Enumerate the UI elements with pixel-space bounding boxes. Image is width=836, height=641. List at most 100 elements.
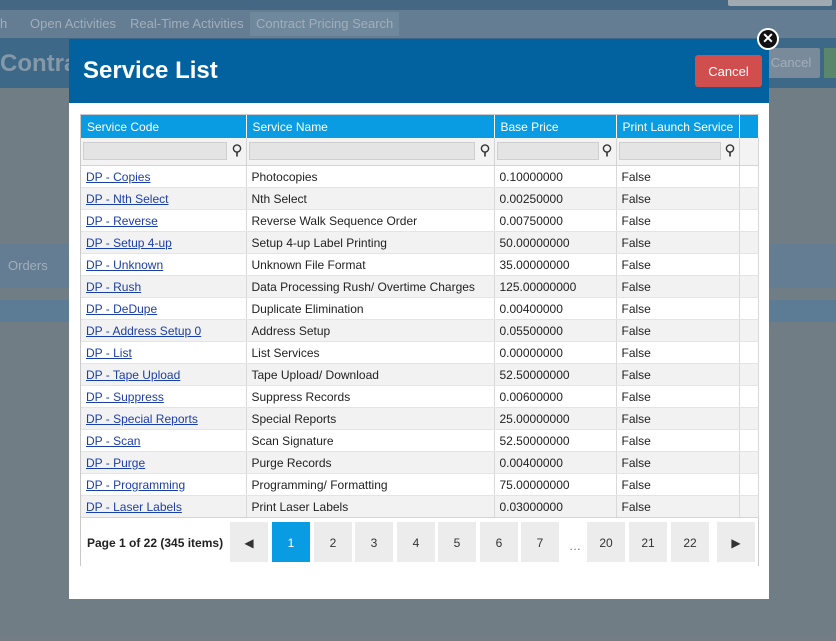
table-row[interactable]: DP - List List Services 0.00000000 False bbox=[81, 341, 759, 364]
table-row[interactable]: DP - Address Setup 0 Address Setup 0.05500… bbox=[81, 319, 759, 342]
service-code-link[interactable]: DP - Copies bbox=[86, 170, 150, 184]
service-code-link[interactable]: DP - Unknown bbox=[86, 258, 163, 272]
table-row[interactable]: DP - Reverse Reverse Walk Sequence Order 0… bbox=[81, 209, 759, 232]
filter-input-print-launch-service[interactable] bbox=[618, 142, 721, 160]
cell-print-launch-service: False bbox=[616, 407, 740, 430]
cell-base-price: 52.50000000 bbox=[494, 429, 617, 452]
filter-icon[interactable] bbox=[724, 144, 736, 158]
service-code-link[interactable]: DP - Programming bbox=[86, 478, 185, 492]
cell-base-price: 0.00250000 bbox=[494, 187, 617, 210]
cell-service-name: Special Reports bbox=[246, 407, 495, 430]
column-header-service-name[interactable]: Service Name bbox=[246, 115, 495, 138]
cell-base-price: 0.00400000 bbox=[494, 451, 617, 474]
filter-cell-print-launch-service bbox=[616, 138, 740, 166]
cell-service-name: Photocopies bbox=[246, 165, 495, 188]
pager-page-22[interactable]: 22 bbox=[671, 522, 709, 562]
pager: Page 1 of 22 (345 items) ◀ 1 2 3 4 5 6 7 20 21 22… bbox=[81, 517, 758, 566]
cell-service-name: Duplicate Elimination bbox=[246, 297, 495, 320]
service-code-link[interactable]: DP - Purge bbox=[86, 456, 145, 470]
column-header-print-launch-service[interactable]: Print Launch Service bbox=[616, 115, 740, 138]
close-icon[interactable]: ✕ bbox=[757, 28, 779, 50]
table-row[interactable]: DP - Unknown Unknown File Format 35.000000… bbox=[81, 253, 759, 276]
cell-service-code: DP - Nth Select bbox=[81, 187, 247, 210]
column-header-service-code[interactable]: Service Code bbox=[81, 115, 247, 138]
cell-print-launch-service: False bbox=[616, 165, 740, 188]
cell-spacer bbox=[739, 341, 759, 364]
filter-icon[interactable] bbox=[479, 144, 491, 158]
table-row[interactable]: DP - Purge Purge Records 0.00400000 False bbox=[81, 451, 759, 474]
cell-service-name: Reverse Walk Sequence Order bbox=[246, 209, 495, 232]
cell-service-name: Tape Upload/ Download bbox=[246, 363, 495, 386]
cell-base-price: 50.00000000 bbox=[494, 231, 617, 254]
cell-base-price: 0.00000000 bbox=[494, 341, 617, 364]
pager-info: Page 1 of 22 (345 items) bbox=[87, 536, 224, 550]
service-code-link[interactable]: DP - Reverse bbox=[86, 214, 158, 228]
filter-input-service-name[interactable] bbox=[248, 142, 475, 160]
table-row[interactable]: DP - Programming Programming/ Formatting 7… bbox=[81, 473, 759, 496]
filter-input-service-code[interactable] bbox=[83, 142, 227, 160]
cell-spacer bbox=[739, 319, 759, 342]
table-row[interactable]: DP - DeDupe Duplicate Elimination 0.004000… bbox=[81, 297, 759, 320]
table-row[interactable]: DP - Laser Labels Print Laser Labels 0.030… bbox=[81, 495, 759, 518]
pager-page-1[interactable]: 1 bbox=[272, 522, 310, 562]
cell-base-price: 25.00000000 bbox=[494, 407, 617, 430]
cell-print-launch-service: False bbox=[616, 297, 740, 320]
cell-service-name: Programming/ Formatting bbox=[246, 473, 495, 496]
service-code-link[interactable]: DP - Setup 4-up bbox=[86, 236, 172, 250]
filter-icon[interactable] bbox=[601, 144, 613, 158]
pager-page-3[interactable]: 3 bbox=[355, 522, 393, 562]
service-code-link[interactable]: DP - Suppress bbox=[86, 390, 164, 404]
cancel-button[interactable]: Cancel bbox=[695, 55, 762, 87]
pager-page-6[interactable]: 6 bbox=[480, 522, 518, 562]
table-row[interactable]: DP - Rush Data Processing Rush/ Overtime … bbox=[81, 275, 759, 298]
cell-base-price: 0.00600000 bbox=[494, 385, 617, 408]
pager-page-2[interactable]: 2 bbox=[314, 522, 352, 562]
table-row[interactable]: DP - Copies Photocopies 0.10000000 False bbox=[81, 165, 759, 188]
cell-service-name: Nth Select bbox=[246, 187, 495, 210]
cell-service-name: Address Setup bbox=[246, 319, 495, 342]
cell-service-code: DP - Copies bbox=[81, 165, 247, 188]
cell-service-code: DP - Suppress bbox=[81, 385, 247, 408]
filter-icon[interactable] bbox=[231, 144, 243, 158]
table-row[interactable]: DP - Tape Upload Tape Upload/ Download 52.… bbox=[81, 363, 759, 386]
cell-base-price: 0.05500000 bbox=[494, 319, 617, 342]
cell-print-launch-service: False bbox=[616, 187, 740, 210]
cell-print-launch-service: False bbox=[616, 451, 740, 474]
cell-service-code: DP - Tape Upload bbox=[81, 363, 247, 386]
pager-page-4[interactable]: 4 bbox=[397, 522, 435, 562]
cell-service-name: Data Processing Rush/ Overtime Charges bbox=[246, 275, 495, 298]
cell-service-name: Unknown File Format bbox=[246, 253, 495, 276]
pager-page-7[interactable]: 7 bbox=[521, 522, 559, 562]
service-code-link[interactable]: DP - DeDupe bbox=[86, 302, 157, 316]
service-code-link[interactable]: DP - Nth Select bbox=[86, 192, 168, 206]
cell-service-name: List Services bbox=[246, 341, 495, 364]
cell-service-code: DP - Reverse bbox=[81, 209, 247, 232]
pager-next-button[interactable]: ▶ bbox=[717, 522, 755, 562]
service-code-link[interactable]: DP - Rush bbox=[86, 280, 141, 294]
cell-base-price: 0.03000000 bbox=[494, 495, 617, 518]
service-code-link[interactable]: DP - Special Reports bbox=[86, 412, 198, 426]
cell-spacer bbox=[739, 385, 759, 408]
table-row[interactable]: DP - Suppress Suppress Records 0.00600000 F… bbox=[81, 385, 759, 408]
pager-prev-button[interactable]: ◀ bbox=[230, 522, 268, 562]
cell-service-code: DP - DeDupe bbox=[81, 297, 247, 320]
pager-page-21[interactable]: 21 bbox=[629, 522, 667, 562]
service-code-link[interactable]: DP - List bbox=[86, 346, 132, 360]
service-code-link[interactable]: DP - Laser Labels bbox=[86, 500, 182, 514]
table-row[interactable]: DP - Setup 4-up Setup 4-up Label Printing… bbox=[81, 231, 759, 254]
cell-base-price: 75.00000000 bbox=[494, 473, 617, 496]
column-header-base-price[interactable]: Base Price bbox=[494, 115, 617, 138]
service-code-link[interactable]: DP - Scan bbox=[86, 434, 140, 448]
service-code-link[interactable]: DP - Address Setup 0 bbox=[86, 324, 201, 338]
service-code-link[interactable]: DP - Tape Upload bbox=[86, 368, 180, 382]
filter-cell-service-code bbox=[81, 138, 247, 166]
table-row[interactable]: DP - Scan Scan Signature 52.50000000 False bbox=[81, 429, 759, 452]
table-row[interactable]: DP - Nth Select Nth Select 0.00250000 False bbox=[81, 187, 759, 210]
cell-service-code: DP - Programming bbox=[81, 473, 247, 496]
service-grid: Service Code Service Name Base Price Pri… bbox=[80, 114, 759, 566]
cell-service-code: DP - List bbox=[81, 341, 247, 364]
pager-page-5[interactable]: 5 bbox=[438, 522, 476, 562]
pager-page-20[interactable]: 20 bbox=[587, 522, 625, 562]
table-row[interactable]: DP - Special Reports Special Reports 25.00… bbox=[81, 407, 759, 430]
filter-input-base-price[interactable] bbox=[496, 142, 599, 160]
